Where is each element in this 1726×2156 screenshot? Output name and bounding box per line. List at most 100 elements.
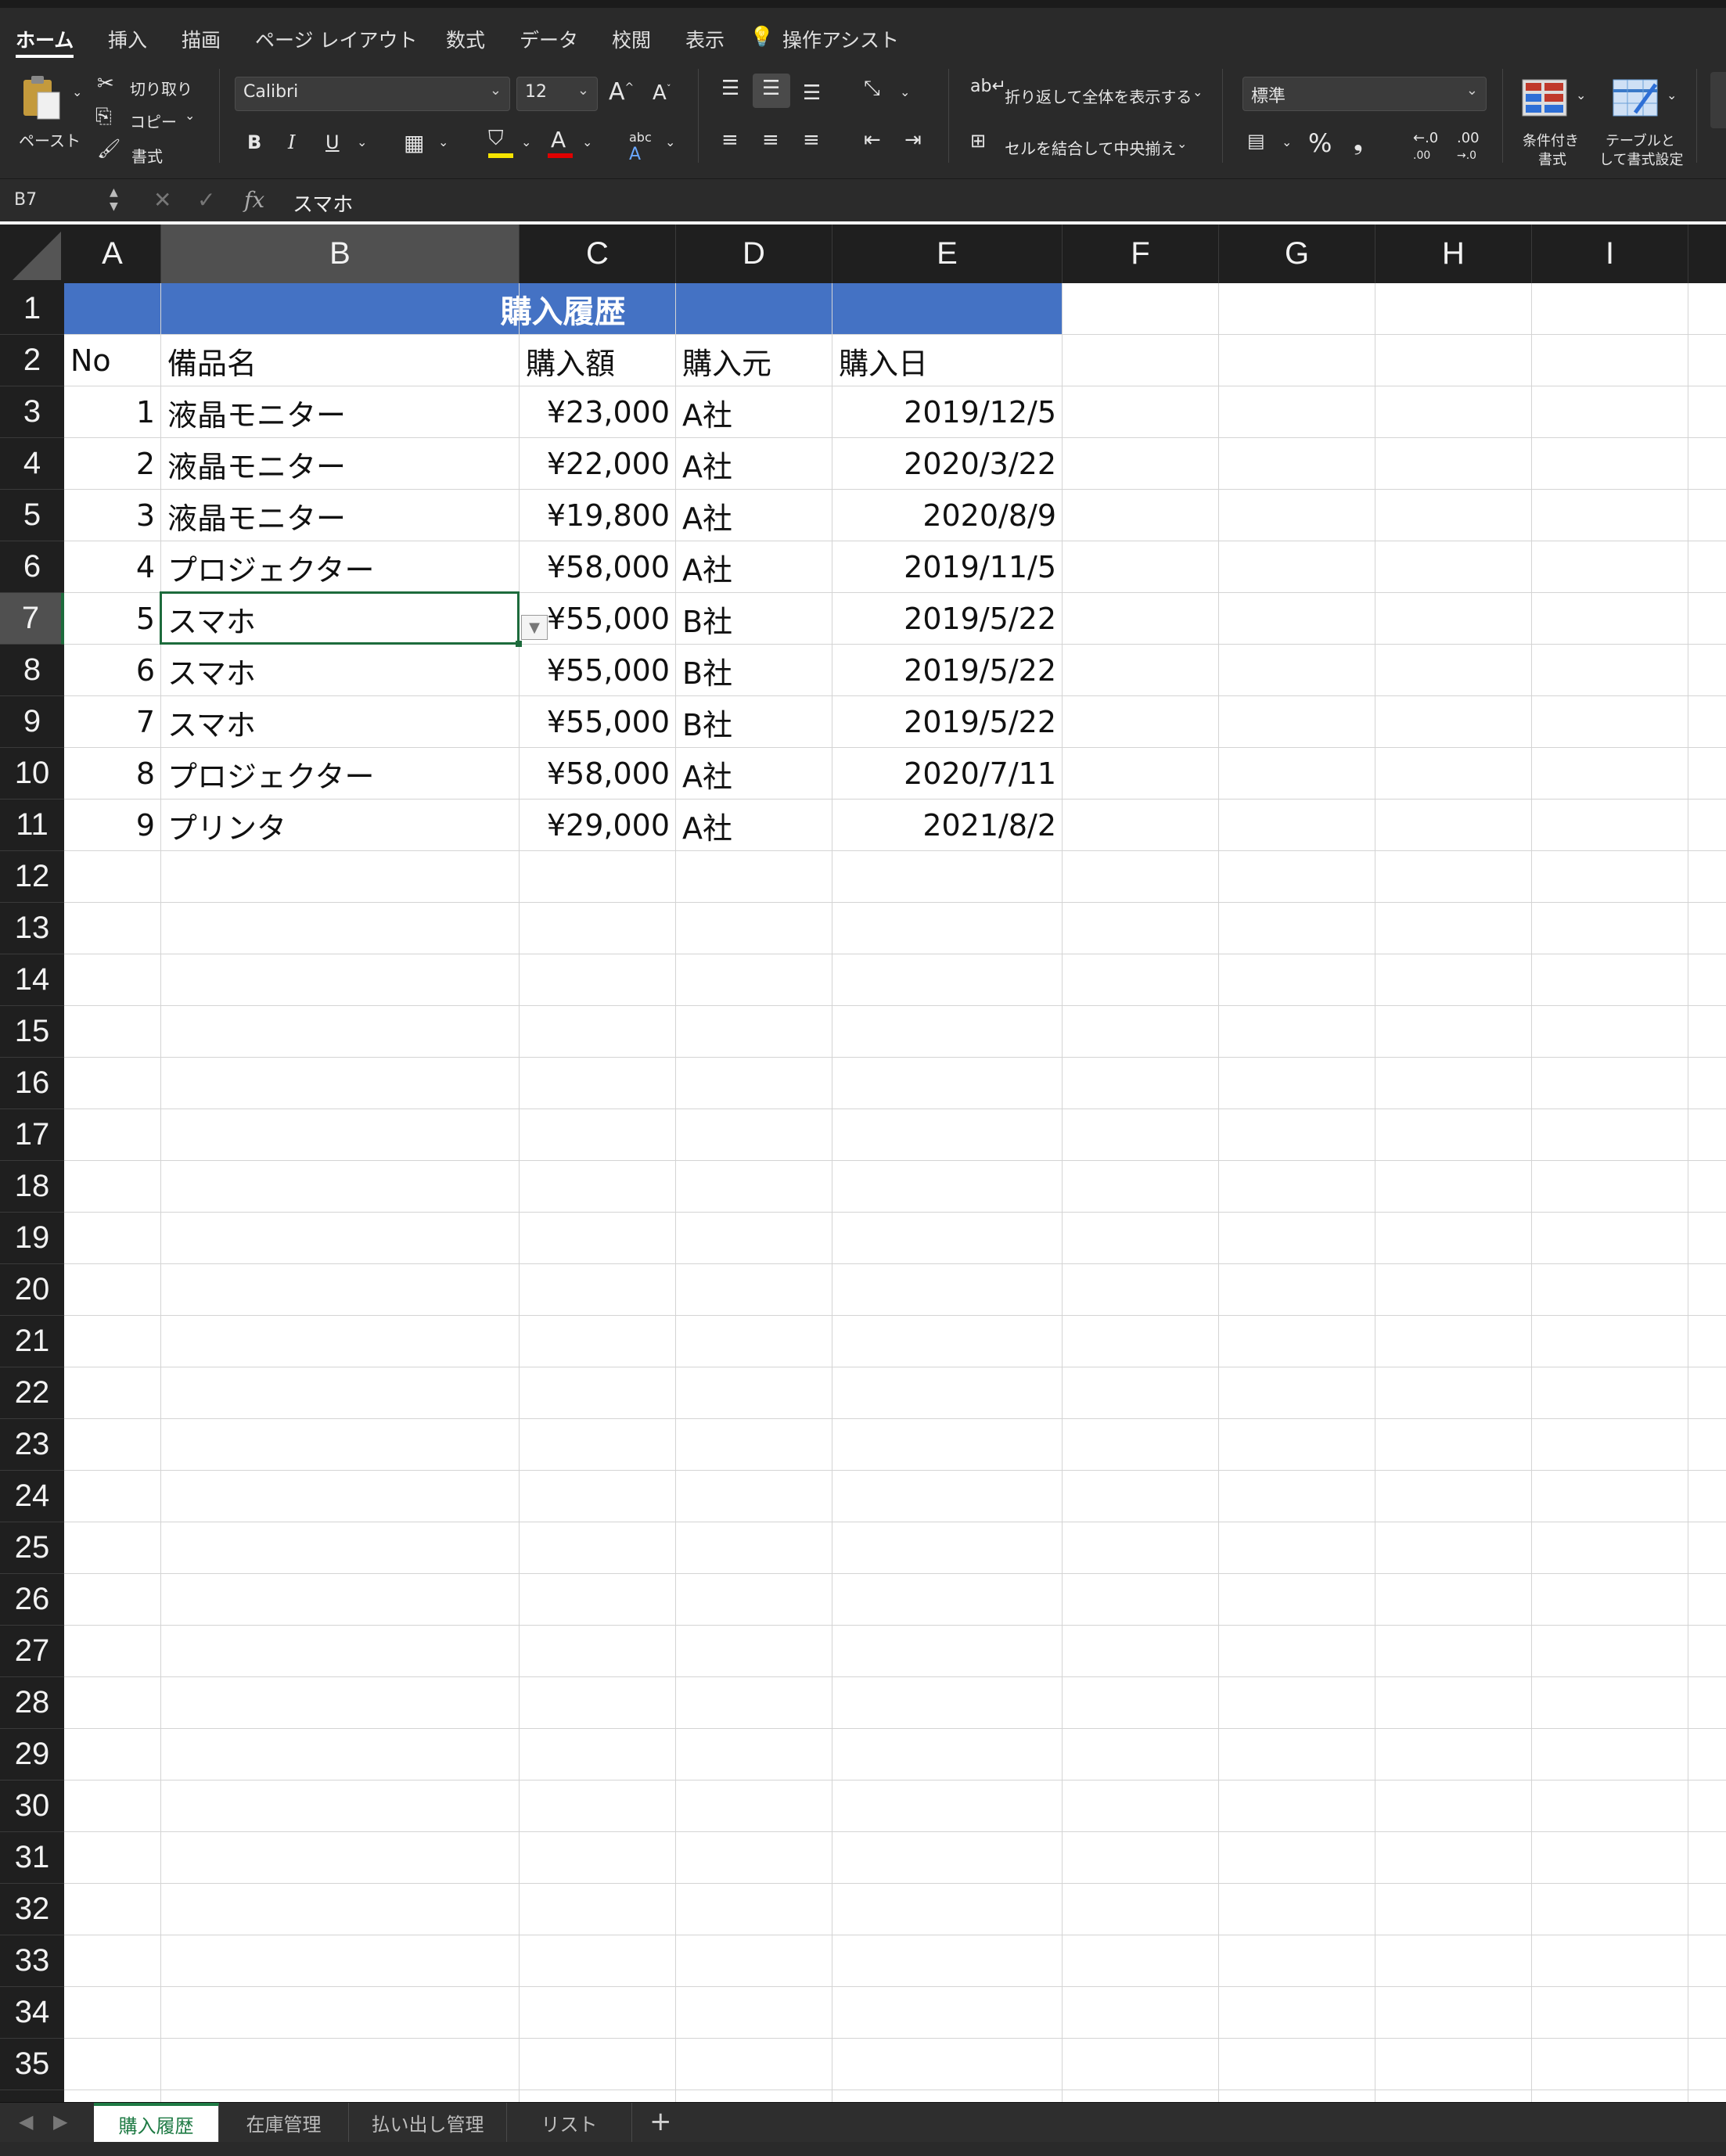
format-as-table-button-line2[interactable]: して書式設定 <box>1599 149 1683 169</box>
prev-sheet-icon[interactable]: ◀ <box>19 2111 33 2133</box>
cell-vendor[interactable]: B社 <box>676 645 832 696</box>
cell-price[interactable]: ¥55,000 <box>520 696 676 748</box>
align-right-icon[interactable]: ≡ <box>803 128 820 152</box>
cell-no[interactable]: 5 <box>64 593 161 645</box>
align-left-icon[interactable]: ≡ <box>721 128 739 152</box>
sheet-tab-disbursement[interactable]: 払い出し管理 <box>349 2103 507 2142</box>
cell-date[interactable]: 2019/5/22 <box>832 645 1063 696</box>
tab-home[interactable]: ホーム <box>16 25 74 53</box>
sheet-title-cell[interactable]: 購入履歴 <box>64 283 1062 334</box>
row-header-20[interactable]: 20 <box>0 1264 64 1316</box>
name-box[interactable]: B7 ▲ ▼ <box>0 179 133 221</box>
cell-price[interactable]: ¥19,800 <box>520 490 676 541</box>
font-name-select[interactable]: Calibri ⌄ <box>235 77 510 111</box>
cell-date[interactable]: 2020/7/11 <box>832 748 1063 800</box>
cell-vendor[interactable]: A社 <box>676 438 832 490</box>
row-header-25[interactable]: 25 <box>0 1522 64 1574</box>
chevron-down-icon[interactable]: ⌄ <box>438 135 448 149</box>
copy-dropdown-icon[interactable]: ⌄ <box>185 108 195 123</box>
row-header-15[interactable]: 15 <box>0 1006 64 1058</box>
row-header-21[interactable]: 21 <box>0 1316 64 1367</box>
comma-style-button[interactable]: ❟ <box>1354 128 1363 156</box>
cell-area[interactable]: 購入履歴 No 備品名 購入額 購入元 購入日 1 液晶モニター ¥23,000 A社 2019/… <box>64 283 1726 2102</box>
sheet-tab-list[interactable]: リスト <box>507 2103 632 2142</box>
cell-vendor[interactable]: A社 <box>676 748 832 800</box>
cell-no[interactable]: 8 <box>64 748 161 800</box>
cell-vendor[interactable]: A社 <box>676 800 832 851</box>
chevron-down-icon[interactable]: ⌄ <box>521 135 531 149</box>
cell-vendor[interactable]: B社 <box>676 696 832 748</box>
row-header-30[interactable]: 30 <box>0 1780 64 1832</box>
italic-button[interactable]: I <box>288 131 295 153</box>
row-header-31[interactable]: 31 <box>0 1832 64 1884</box>
cell-vendor[interactable]: A社 <box>676 490 832 541</box>
tab-page-layout[interactable]: ページ レイアウト <box>255 25 417 53</box>
tab-formulas[interactable]: 数式 <box>446 25 485 53</box>
cell-no[interactable]: 6 <box>64 645 161 696</box>
row-header-13[interactable]: 13 <box>0 903 64 954</box>
cell-vendor[interactable]: A社 <box>676 541 832 593</box>
cell-item-name[interactable]: スマホ <box>161 696 520 748</box>
row-header-34[interactable]: 34 <box>0 1987 64 2039</box>
paste-icon[interactable] <box>17 74 64 122</box>
percent-style-button[interactable]: % <box>1308 128 1332 158</box>
increase-font-size-button[interactable]: A^ <box>609 78 634 106</box>
chevron-down-icon[interactable]: ⌄ <box>665 135 675 149</box>
format-as-table-icon[interactable] <box>1612 78 1659 117</box>
cell-price[interactable]: ¥22,000 <box>520 438 676 490</box>
copy-icon[interactable]: ⎘ <box>95 105 112 129</box>
align-bottom-icon[interactable]: ☰ <box>803 81 821 105</box>
header-price[interactable]: 購入額 <box>520 335 676 386</box>
chevron-down-icon[interactable]: ⌄ <box>1576 88 1586 102</box>
cell-price[interactable]: ¥23,000 <box>520 386 676 438</box>
align-middle-button[interactable]: ☰ <box>753 74 790 108</box>
copy-button[interactable]: コピー <box>130 110 177 132</box>
column-header-c[interactable]: C <box>520 225 676 283</box>
row-header-26[interactable]: 26 <box>0 1574 64 1626</box>
row-header-1[interactable]: 1 <box>0 283 64 335</box>
row-header-8[interactable]: 8 <box>0 645 64 696</box>
cell-price[interactable]: ¥55,000 <box>520 645 676 696</box>
row-header-7[interactable]: 7 <box>0 593 64 645</box>
row-header-10[interactable]: 10 <box>0 748 64 800</box>
cell-no[interactable]: 3 <box>64 490 161 541</box>
cell-item-name[interactable]: プリンタ <box>161 800 520 851</box>
merge-center-icon[interactable]: ⊞ <box>970 130 986 152</box>
formula-input[interactable]: スマホ <box>293 189 353 217</box>
cell-no[interactable]: 2 <box>64 438 161 490</box>
cancel-icon[interactable]: ✕ <box>153 187 171 213</box>
select-all-button[interactable] <box>0 225 64 283</box>
header-vendor[interactable]: 購入元 <box>676 335 832 386</box>
wrap-text-button[interactable]: 折り返して全体を表示する <box>1005 84 1192 107</box>
row-header-33[interactable]: 33 <box>0 1935 64 1987</box>
column-header-f[interactable]: F <box>1063 225 1219 283</box>
paste-button[interactable]: ペースト <box>19 128 81 151</box>
row-header-23[interactable]: 23 <box>0 1419 64 1471</box>
row-header-4[interactable]: 4 <box>0 438 64 490</box>
row-header-29[interactable]: 29 <box>0 1729 64 1780</box>
row-header-5[interactable]: 5 <box>0 490 64 541</box>
chevron-down-icon[interactable]: ⌄ <box>1282 135 1292 149</box>
confirm-icon[interactable]: ✓ <box>197 187 215 213</box>
decrease-indent-icon[interactable]: ⇤ <box>864 128 881 152</box>
format-as-table-button[interactable]: テーブルと <box>1606 130 1675 150</box>
next-sheet-icon[interactable]: ▶ <box>53 2111 67 2133</box>
add-sheet-button[interactable]: + <box>649 2106 672 2137</box>
cell-price[interactable]: ¥29,000 <box>520 800 676 851</box>
number-format-select[interactable]: 標準 ⌄ <box>1242 77 1487 111</box>
tab-data[interactable]: データ <box>520 25 578 53</box>
chevron-down-icon[interactable]: ⌄ <box>1667 88 1677 102</box>
chevron-down-icon[interactable]: ⌄ <box>357 135 367 149</box>
column-header-e[interactable]: E <box>832 225 1063 283</box>
merge-center-button[interactable]: セルを結合して中央揃え <box>1005 136 1176 159</box>
cell-item-name[interactable]: 液晶モニター <box>161 386 520 438</box>
cell-date[interactable]: 2019/5/22 <box>832 593 1063 645</box>
format-painter-button[interactable]: 書式 <box>131 144 163 167</box>
row-header-35[interactable]: 35 <box>0 2039 64 2090</box>
fill-color-icon[interactable]: ⛉ <box>488 127 504 151</box>
accounting-format-icon[interactable]: ▤ <box>1247 130 1265 152</box>
phonetic-icon[interactable]: abc A <box>629 130 652 164</box>
wrap-text-icon[interactable]: ab↵ <box>970 77 1006 96</box>
bold-button[interactable]: B <box>247 131 261 153</box>
fill-handle[interactable] <box>516 641 522 647</box>
